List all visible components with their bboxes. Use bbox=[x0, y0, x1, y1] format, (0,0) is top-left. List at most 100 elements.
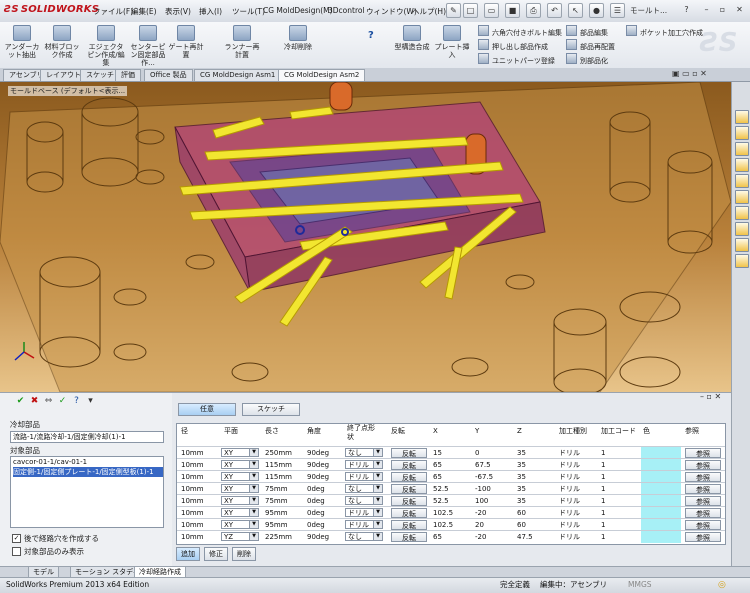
ok-check-icon[interactable]: ✔ bbox=[16, 397, 25, 406]
menu-cg-molddesign[interactable]: CG MoldDesign(M) bbox=[263, 6, 333, 15]
menu-3dcontrol[interactable]: 3Dcontrol bbox=[328, 6, 365, 15]
select-icon[interactable]: ↖ bbox=[568, 3, 583, 18]
extrude-part-button[interactable]: 押し出し部品作成 bbox=[478, 39, 548, 51]
pocket-hole-button[interactable]: ポケット加工穴作成 bbox=[626, 25, 703, 37]
custom-props-icon[interactable] bbox=[735, 206, 749, 220]
plane-dropdown[interactable]: XY ▼ bbox=[221, 460, 259, 469]
end-dropdown[interactable]: なし ▼ bbox=[345, 484, 383, 493]
mold-tools-icon[interactable] bbox=[735, 222, 749, 236]
add-button[interactable]: 追加 bbox=[176, 547, 200, 561]
d-cell[interactable]: 10mm bbox=[181, 531, 204, 543]
code-cell[interactable]: 1 bbox=[601, 531, 605, 543]
tab-office[interactable]: Office 製品 bbox=[144, 69, 193, 81]
menu-help[interactable]: ヘルプ(H) bbox=[412, 6, 446, 17]
center-pin-button[interactable]: センターピン固定部品作... bbox=[128, 24, 168, 67]
color-cell[interactable] bbox=[641, 531, 681, 543]
part-edit-button[interactable]: 部品編集 bbox=[566, 25, 608, 37]
options-icon[interactable]: ☰ bbox=[610, 3, 625, 18]
minimize-icon[interactable]: – bbox=[700, 3, 713, 16]
graphics-viewport[interactable]: モールドベース (デフォルト<表示... bbox=[0, 82, 731, 392]
panel-window-controls[interactable]: – ▫ ✕ bbox=[700, 392, 721, 401]
dropdown-arrow-icon[interactable]: ▼ bbox=[373, 461, 382, 468]
options-dropdown-icon[interactable]: ▾ bbox=[86, 397, 95, 406]
dropdown-arrow-icon[interactable]: ▼ bbox=[249, 473, 258, 480]
resources-icon[interactable] bbox=[735, 126, 749, 140]
delete-button[interactable]: 削除 bbox=[232, 547, 256, 561]
flip-button[interactable]: 反転 bbox=[391, 532, 427, 542]
menu-view[interactable]: 表示(V) bbox=[165, 6, 191, 17]
mold-3d-model[interactable] bbox=[0, 82, 731, 392]
y-cell[interactable]: -20 bbox=[475, 531, 486, 543]
plate-insert-button[interactable]: プレート挿入 bbox=[432, 24, 472, 66]
dropdown-arrow-icon[interactable]: ▼ bbox=[249, 497, 258, 504]
restore-icon[interactable]: ▫ bbox=[716, 3, 729, 16]
menu-edit[interactable]: 編集(E) bbox=[131, 6, 157, 17]
kind-cell[interactable]: ドリル bbox=[559, 531, 580, 543]
plane-dropdown[interactable]: YZ ▼ bbox=[221, 532, 259, 541]
end-dropdown[interactable]: ドリル ▼ bbox=[345, 520, 383, 529]
ref-button[interactable]: 参照 bbox=[685, 520, 721, 530]
ref-button[interactable]: 参照 bbox=[685, 448, 721, 458]
rebuild-status-icon[interactable]: ◎ bbox=[718, 578, 726, 592]
dropdown-arrow-icon[interactable]: ▼ bbox=[373, 449, 382, 456]
later-hole-checkbox[interactable]: ✓ bbox=[12, 534, 21, 543]
pushpin-icon[interactable]: ⇔ bbox=[44, 397, 53, 406]
separate-part-button[interactable]: 別部品化 bbox=[566, 53, 608, 65]
plane-dropdown[interactable]: XY ▼ bbox=[221, 496, 259, 505]
tab-evaluate[interactable]: 評価 bbox=[115, 69, 141, 81]
pin-icon[interactable]: ✎ bbox=[446, 3, 461, 18]
cooling-delete-button[interactable]: 冷却削除 bbox=[278, 24, 318, 66]
cancel-x-icon[interactable]: ✖ bbox=[30, 397, 39, 406]
tab-cg-asm2[interactable]: CG MoldDesign Asm2 bbox=[278, 69, 366, 81]
appearance-icon[interactable] bbox=[735, 190, 749, 204]
library-icon[interactable] bbox=[735, 142, 749, 156]
x-cell[interactable]: 65 bbox=[433, 531, 442, 543]
open-icon[interactable]: ▭ bbox=[484, 3, 499, 18]
flip-button[interactable]: 反転 bbox=[391, 460, 427, 470]
dropdown-arrow-icon[interactable]: ▼ bbox=[373, 533, 382, 540]
undo-icon[interactable]: ↶ bbox=[547, 3, 562, 18]
status-units[interactable]: MMGS bbox=[628, 578, 652, 592]
dropdown-arrow-icon[interactable]: ▼ bbox=[249, 485, 258, 492]
file-explorer-icon[interactable] bbox=[735, 158, 749, 172]
flip-button[interactable]: 反転 bbox=[391, 472, 427, 482]
hex-bolt-edit-button[interactable]: 六角穴付きボルト編集 bbox=[478, 25, 562, 37]
end-dropdown[interactable]: ドリル ▼ bbox=[345, 508, 383, 517]
window-controls[interactable]: ▣ ▭ ▫ ✕ bbox=[672, 69, 707, 78]
menu-insert[interactable]: 挿入(I) bbox=[199, 6, 222, 17]
end-dropdown[interactable]: ドリル ▼ bbox=[345, 472, 383, 481]
dropdown-arrow-icon[interactable]: ▼ bbox=[249, 521, 258, 528]
ref-button[interactable]: 参照 bbox=[685, 496, 721, 506]
dropdown-arrow-icon[interactable]: ▼ bbox=[249, 509, 258, 516]
end-dropdown[interactable]: ドリル ▼ bbox=[345, 460, 383, 469]
rebuild-icon[interactable]: ● bbox=[589, 3, 604, 18]
end-dropdown[interactable]: なし ▼ bbox=[345, 532, 383, 541]
flip-button[interactable]: 反転 bbox=[391, 484, 427, 494]
cooling-parts-field[interactable]: 流路-1/流路冷却-1/固定側冷却(1)-1 bbox=[10, 431, 164, 443]
unit-parts-register-button[interactable]: ユニットパーツ登録 bbox=[478, 53, 555, 65]
filter-icon[interactable] bbox=[735, 254, 749, 268]
end-dropdown[interactable]: なし ▼ bbox=[345, 448, 383, 457]
dropdown-arrow-icon[interactable]: ▼ bbox=[373, 473, 382, 480]
ang-cell[interactable]: 90deg bbox=[307, 531, 329, 543]
settings-icon[interactable] bbox=[735, 238, 749, 252]
plane-dropdown[interactable]: XY ▼ bbox=[221, 484, 259, 493]
material-block-button[interactable]: 材料ブロック作成 bbox=[42, 24, 82, 66]
save-icon[interactable]: ■ bbox=[505, 3, 520, 18]
plane-dropdown[interactable]: XY ▼ bbox=[221, 448, 259, 457]
ref-button[interactable]: 参照 bbox=[685, 484, 721, 494]
home-icon[interactable] bbox=[735, 110, 749, 124]
target-only-checkbox[interactable] bbox=[12, 547, 21, 556]
tab-sketch[interactable]: スケッチ bbox=[80, 69, 120, 81]
flip-button[interactable]: 反転 bbox=[391, 520, 427, 530]
ref-button[interactable]: 参照 bbox=[685, 460, 721, 470]
dropdown-arrow-icon[interactable]: ▼ bbox=[373, 497, 382, 504]
end-dropdown[interactable]: なし ▼ bbox=[345, 496, 383, 505]
undercut-extract-button[interactable]: アンダーカット抽出 bbox=[2, 24, 42, 66]
close-icon[interactable]: ✕ bbox=[733, 3, 746, 16]
dropdown-arrow-icon[interactable]: ▼ bbox=[249, 533, 258, 540]
flip-button[interactable]: 反転 bbox=[391, 448, 427, 458]
tab-free[interactable]: 任意 bbox=[178, 403, 236, 416]
modify-button[interactable]: 修正 bbox=[204, 547, 228, 561]
runner-replace-button[interactable]: ランナー再計置 bbox=[222, 24, 262, 66]
